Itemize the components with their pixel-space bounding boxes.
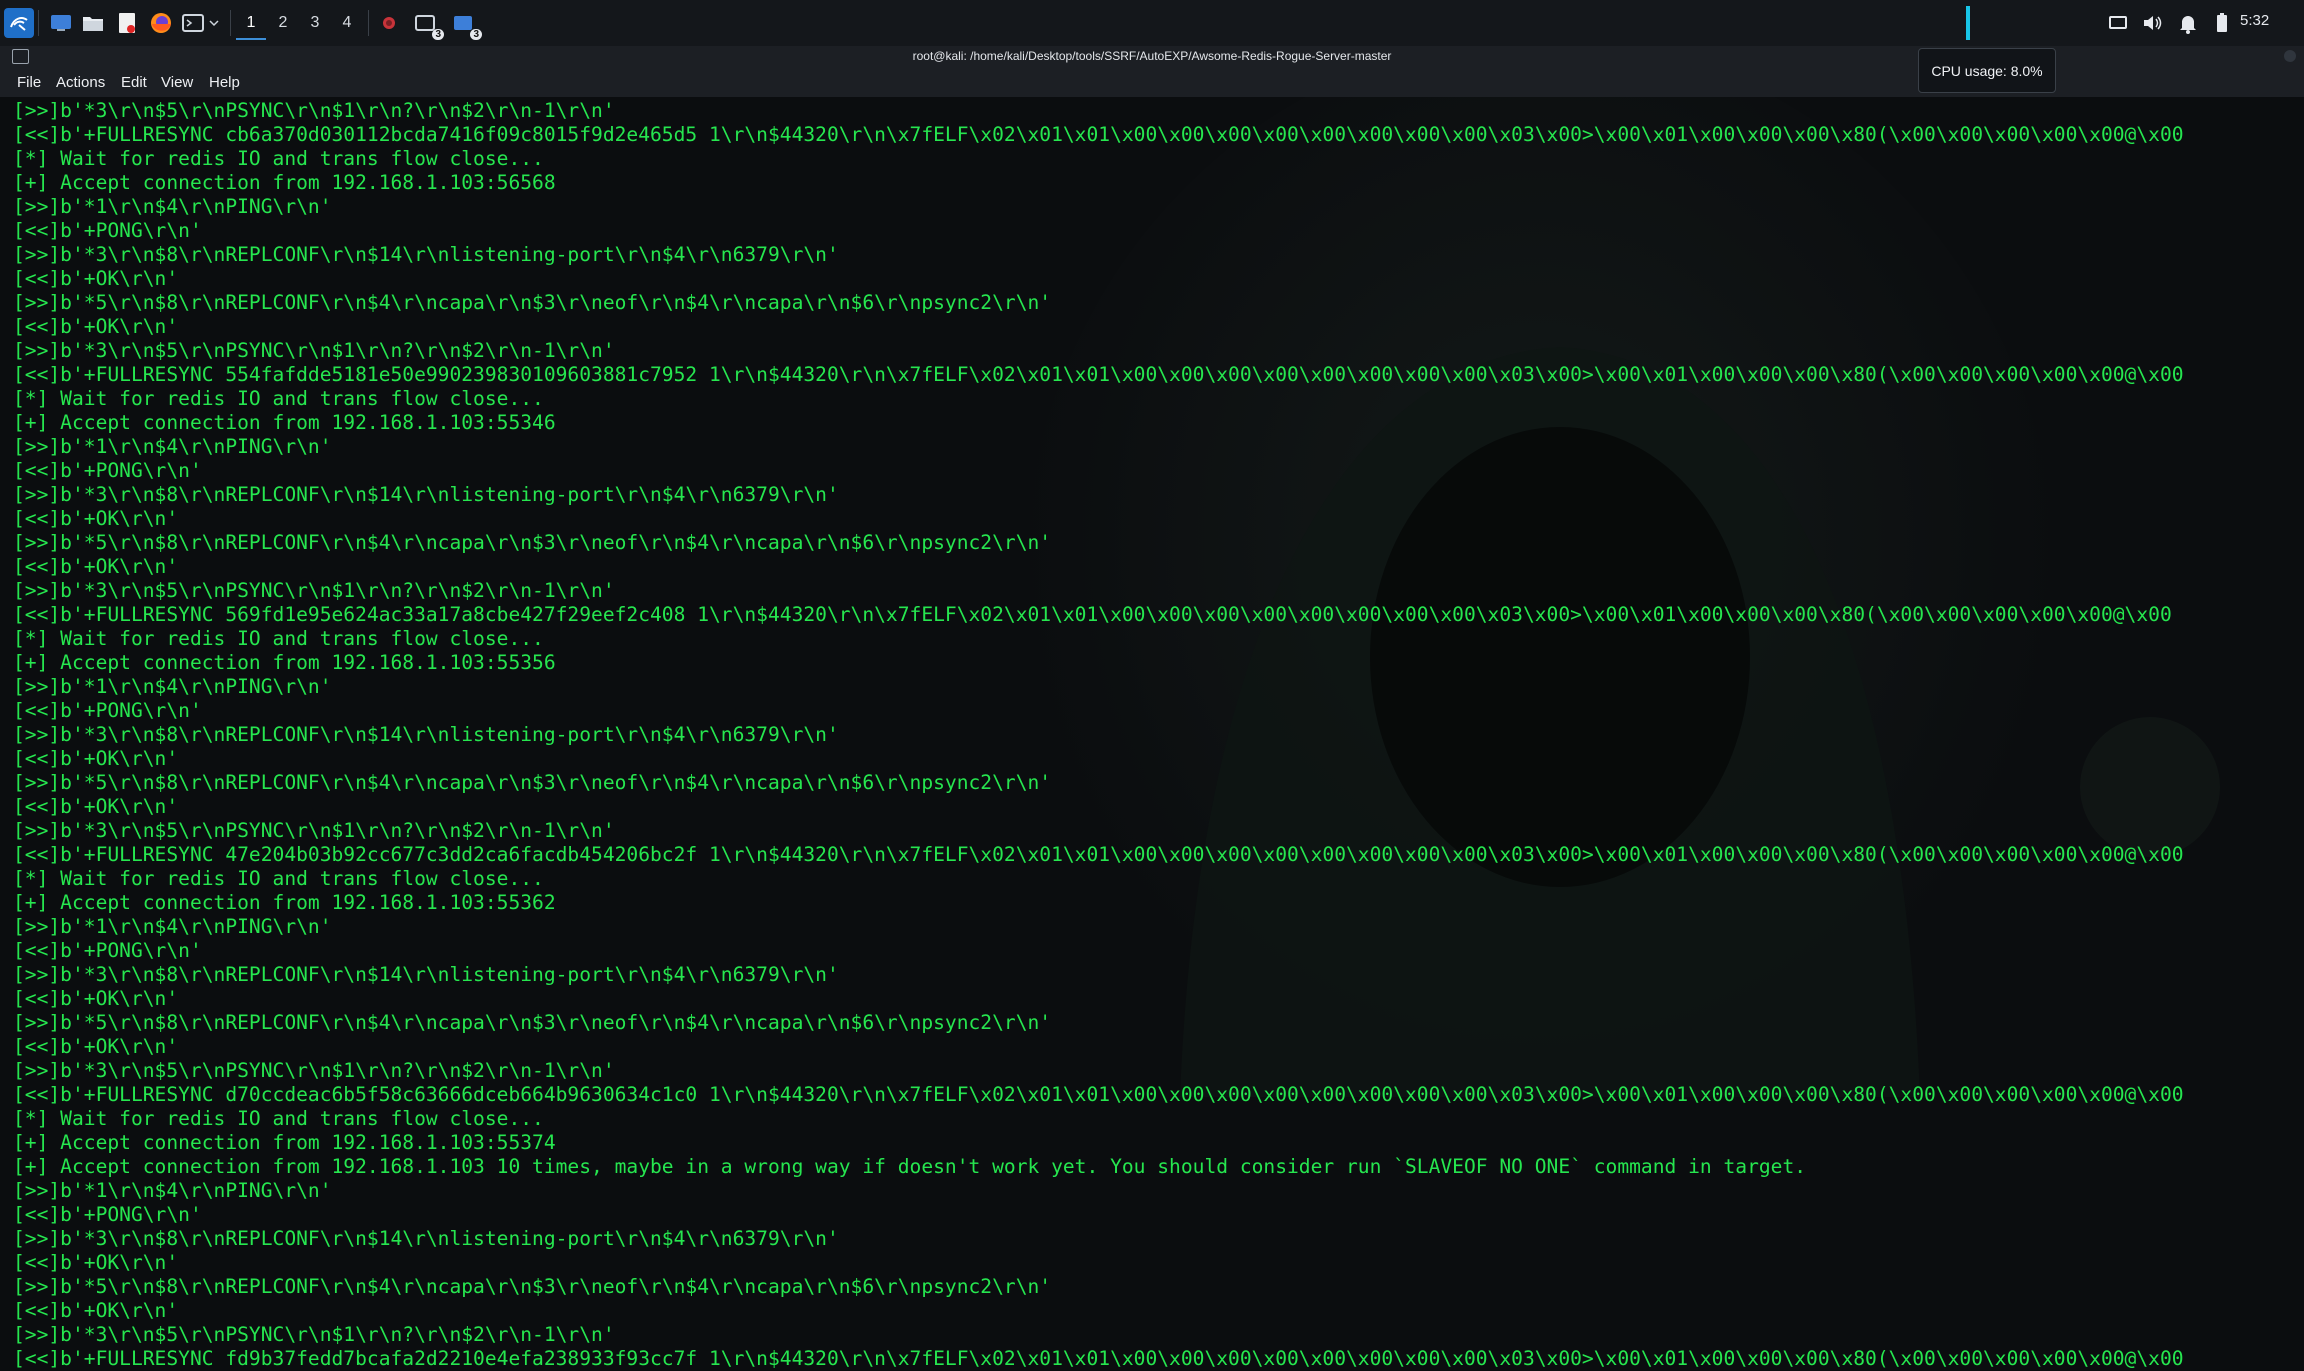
workspace-2[interactable]: 2 bbox=[268, 8, 298, 38]
terminal-line: [<<]b'+OK\r\n' bbox=[13, 315, 179, 338]
terminal-line: [*] Wait for redis IO and trans flow clo… bbox=[13, 867, 544, 890]
workspace-3[interactable]: 3 bbox=[300, 8, 330, 38]
top-panel: 1 2 3 4 3 3 5:32 bbox=[0, 0, 2304, 47]
terminal-line: [>>]b'*1\r\n$4\r\nPING\r\n' bbox=[13, 195, 332, 218]
terminal-line: [<<]b'+OK\r\n' bbox=[13, 1035, 179, 1058]
terminal-line: [<<]b'+OK\r\n' bbox=[13, 1251, 179, 1274]
terminal-line: [>>]b'*3\r\n$5\r\nPSYNC\r\n$1\r\n?\r\n$2… bbox=[13, 99, 615, 122]
terminal-line: [+] Accept connection from 192.168.1.103… bbox=[13, 1155, 1807, 1178]
text-editor-icon[interactable] bbox=[112, 8, 142, 38]
terminal-line: [>>]b'*3\r\n$8\r\nREPLCONF\r\n$14\r\nlis… bbox=[13, 963, 839, 986]
terminal-line: [>>]b'*3\r\n$5\r\nPSYNC\r\n$1\r\n?\r\n$2… bbox=[13, 1323, 615, 1346]
workspace-1[interactable]: 1 bbox=[236, 8, 266, 40]
volume-icon[interactable] bbox=[2140, 11, 2164, 35]
terminal-line: [+] Accept connection from 192.168.1.103… bbox=[13, 651, 556, 674]
terminal-line: [>>]b'*1\r\n$4\r\nPING\r\n' bbox=[13, 675, 332, 698]
terminal-line: [<<]b'+OK\r\n' bbox=[13, 507, 179, 530]
terminal-line: [>>]b'*1\r\n$4\r\nPING\r\n' bbox=[13, 915, 332, 938]
cpu-graph[interactable] bbox=[1966, 6, 1970, 40]
bell-icon[interactable] bbox=[2176, 11, 2200, 35]
menu-edit[interactable]: Edit bbox=[121, 74, 147, 91]
firefox-icon[interactable] bbox=[146, 8, 176, 38]
workspace-4[interactable]: 4 bbox=[332, 8, 362, 38]
terminal-line: [<<]b'+OK\r\n' bbox=[13, 747, 179, 770]
cpu-usage-tooltip: CPU usage: 8.0% bbox=[1918, 48, 2056, 93]
terminal-lines: [>>]b'*3\r\n$5\r\nPSYNC\r\n$1\r\n?\r\n$2… bbox=[13, 99, 2184, 1371]
terminal-line: [>>]b'*5\r\n$8\r\nREPLCONF\r\n$4\r\ncapa… bbox=[13, 771, 1052, 794]
display-icon[interactable] bbox=[2106, 11, 2130, 35]
desktop-icon[interactable] bbox=[46, 8, 76, 38]
terminal-line: [<<]b'+PONG\r\n' bbox=[13, 219, 202, 242]
terminal-line: [+] Accept connection from 192.168.1.103… bbox=[13, 891, 556, 914]
terminal-line: [<<]b'+OK\r\n' bbox=[13, 555, 179, 578]
menu-actions[interactable]: Actions bbox=[56, 74, 105, 91]
terminal-line: [>>]b'*3\r\n$8\r\nREPLCONF\r\n$14\r\nlis… bbox=[13, 243, 839, 266]
terminal-line: [>>]b'*3\r\n$5\r\nPSYNC\r\n$1\r\n?\r\n$2… bbox=[13, 1059, 615, 1082]
terminal-line: [*] Wait for redis IO and trans flow clo… bbox=[13, 1107, 544, 1130]
terminal-line: [<<]b'+OK\r\n' bbox=[13, 795, 179, 818]
task-badge: 3 bbox=[470, 29, 482, 40]
menu-file[interactable]: File bbox=[17, 74, 41, 91]
terminal-line: [<<]b'+OK\r\n' bbox=[13, 1299, 179, 1322]
window-task-icon[interactable]: 3 bbox=[446, 8, 482, 40]
terminal-line: [+] Accept connection from 192.168.1.103… bbox=[13, 171, 556, 194]
terminal-line: [<<]b'+FULLRESYNC 554fafdde5181e50e99023… bbox=[13, 363, 2184, 386]
terminal-line: [>>]b'*3\r\n$8\r\nREPLCONF\r\n$14\r\nlis… bbox=[13, 723, 839, 746]
terminal-line: [<<]b'+PONG\r\n' bbox=[13, 699, 202, 722]
terminal-line: [+] Accept connection from 192.168.1.103… bbox=[13, 1131, 556, 1154]
terminal-icon[interactable] bbox=[178, 8, 208, 38]
terminal-line: [<<]b'+PONG\r\n' bbox=[13, 1203, 202, 1226]
terminal-line: [<<]b'+PONG\r\n' bbox=[13, 939, 202, 962]
terminal-line: [>>]b'*3\r\n$8\r\nREPLCONF\r\n$14\r\nlis… bbox=[13, 483, 839, 506]
terminal-line: [*] Wait for redis IO and trans flow clo… bbox=[13, 627, 544, 650]
terminal-line: [>>]b'*1\r\n$4\r\nPING\r\n' bbox=[13, 435, 332, 458]
terminal-line: [*] Wait for redis IO and trans flow clo… bbox=[13, 387, 544, 410]
menu-view[interactable]: View bbox=[161, 74, 193, 91]
terminal-output[interactable]: [>>]b'*3\r\n$5\r\nPSYNC\r\n$1\r\n?\r\n$2… bbox=[0, 97, 2304, 1371]
app-icon[interactable] bbox=[374, 8, 404, 38]
terminal-line: [<<]b'+FULLRESYNC 47e204b03b92cc677c3dd2… bbox=[13, 843, 2184, 866]
terminal-line: [<<]b'+OK\r\n' bbox=[13, 267, 179, 290]
window-control-button[interactable] bbox=[2284, 50, 2296, 62]
dropdown-icon[interactable] bbox=[206, 8, 222, 38]
battery-icon[interactable] bbox=[2210, 11, 2234, 35]
terminal-line: [>>]b'*3\r\n$5\r\nPSYNC\r\n$1\r\n?\r\n$2… bbox=[13, 819, 615, 842]
terminal-line: [>>]b'*1\r\n$4\r\nPING\r\n' bbox=[13, 1179, 332, 1202]
terminal-line: [<<]b'+FULLRESYNC 569fd1e95e624ac33a17a8… bbox=[13, 603, 2172, 626]
terminal-line: [*] Wait for redis IO and trans flow clo… bbox=[13, 147, 544, 170]
task-badge: 3 bbox=[432, 29, 444, 40]
terminal-line: [>>]b'*5\r\n$8\r\nREPLCONF\r\n$4\r\ncapa… bbox=[13, 1011, 1052, 1034]
clock[interactable]: 5:32 bbox=[2240, 12, 2269, 29]
terminal-line: [<<]b'+PONG\r\n' bbox=[13, 459, 202, 482]
terminal-line: [>>]b'*3\r\n$5\r\nPSYNC\r\n$1\r\n?\r\n$2… bbox=[13, 579, 615, 602]
file-manager-icon[interactable] bbox=[78, 8, 108, 38]
terminal-line: [<<]b'+FULLRESYNC fd9b37fedd7bcafa2d2210… bbox=[13, 1347, 2184, 1370]
terminal-line: [+] Accept connection from 192.168.1.103… bbox=[13, 411, 556, 434]
terminal-line: [>>]b'*3\r\n$5\r\nPSYNC\r\n$1\r\n?\r\n$2… bbox=[13, 339, 615, 362]
terminal-line: [>>]b'*3\r\n$8\r\nREPLCONF\r\n$14\r\nlis… bbox=[13, 1227, 839, 1250]
kali-menu-icon[interactable] bbox=[4, 8, 34, 38]
terminal-line: [>>]b'*5\r\n$8\r\nREPLCONF\r\n$4\r\ncapa… bbox=[13, 1275, 1052, 1298]
menu-help[interactable]: Help bbox=[209, 74, 240, 91]
terminal-line: [<<]b'+OK\r\n' bbox=[13, 987, 179, 1010]
terminal-line: [>>]b'*5\r\n$8\r\nREPLCONF\r\n$4\r\ncapa… bbox=[13, 291, 1052, 314]
terminal-line: [>>]b'*5\r\n$8\r\nREPLCONF\r\n$4\r\ncapa… bbox=[13, 531, 1052, 554]
terminal-line: [<<]b'+FULLRESYNC cb6a370d030112bcda7416… bbox=[13, 123, 2184, 146]
terminal-line: [<<]b'+FULLRESYNC d70ccdeac6b5f58c63666d… bbox=[13, 1083, 2184, 1106]
terminal-task-icon[interactable]: 3 bbox=[408, 8, 444, 40]
